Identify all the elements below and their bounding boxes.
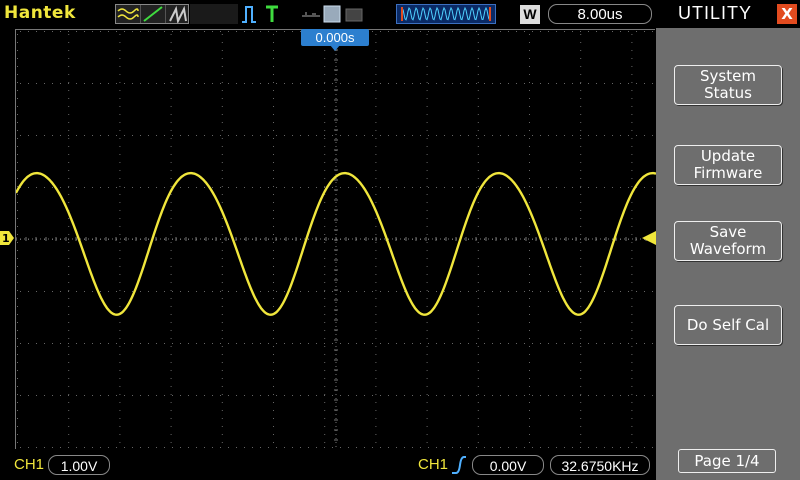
ch1-ground-marker-icon[interactable]: 1 bbox=[0, 231, 14, 245]
usb-icon bbox=[302, 12, 320, 17]
status-bar: CH1 1.00V CH1 0.00V 32.6750KHz bbox=[0, 450, 656, 480]
trigger-t-icon bbox=[266, 5, 278, 22]
trigger-edge-icon bbox=[242, 6, 256, 23]
close-menu-button[interactable]: X bbox=[777, 4, 797, 24]
trigger-channel-label: CH1 bbox=[418, 456, 449, 473]
peak-mode-icon[interactable] bbox=[141, 5, 166, 23]
graticule bbox=[16, 30, 656, 450]
menu-header: UTILITY X bbox=[656, 0, 800, 28]
trigger-level-marker-icon[interactable] bbox=[642, 231, 656, 245]
self-cal-button[interactable]: Do Self Cal bbox=[674, 305, 782, 345]
system-status-button[interactable]: System Status bbox=[674, 65, 782, 105]
run-status-area bbox=[190, 4, 238, 24]
file-status-icons bbox=[300, 4, 363, 24]
trigger-position-icon bbox=[330, 45, 340, 51]
window-badge: W bbox=[520, 5, 540, 24]
trigger-status-icons bbox=[240, 4, 278, 24]
page-indicator[interactable]: Page 1/4 bbox=[678, 449, 776, 473]
memory-window-indicator bbox=[396, 4, 496, 24]
utility-menu: UTILITY X System Status Update Firmware … bbox=[656, 0, 800, 480]
timebase-readout[interactable]: 8.00us bbox=[548, 4, 652, 24]
brand-logo: Hantek bbox=[4, 3, 76, 23]
trigger-level[interactable]: 0.00V bbox=[472, 455, 544, 475]
save-disk-icon bbox=[323, 5, 341, 23]
rising-edge-icon bbox=[452, 456, 466, 474]
frequency-readout: 32.6750KHz bbox=[550, 455, 650, 475]
trigger-position-readout[interactable]: 0.000s bbox=[301, 29, 369, 46]
update-firmware-button[interactable]: Update Firmware bbox=[674, 145, 782, 185]
menu-title: UTILITY bbox=[678, 3, 753, 23]
save-waveform-button[interactable]: Save Waveform bbox=[674, 221, 782, 261]
average-mode-icon[interactable] bbox=[166, 5, 190, 25]
top-bar: Hantek W 8.00us bbox=[0, 0, 656, 28]
printer-icon bbox=[345, 8, 363, 22]
waveform-display bbox=[15, 29, 656, 450]
ch1-scale[interactable]: 1.00V bbox=[48, 455, 110, 475]
acquire-mode-icons[interactable] bbox=[115, 4, 190, 25]
ch1-label: CH1 bbox=[14, 456, 45, 473]
ch1-marker-label: 1 bbox=[2, 232, 10, 245]
normal-mode-icon[interactable] bbox=[116, 5, 141, 23]
